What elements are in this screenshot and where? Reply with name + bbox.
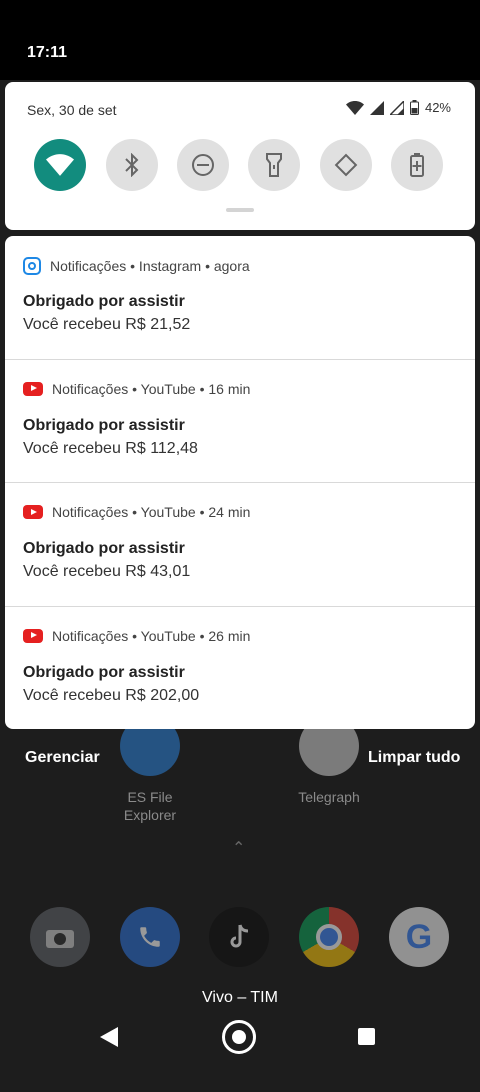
home-icon[interactable] <box>222 1020 256 1054</box>
chrome-icon[interactable] <box>299 907 359 967</box>
notification-meta: Notificações • YouTube • 26 min <box>52 627 251 644</box>
youtube-icon <box>23 505 43 519</box>
battery-percent: 42% <box>424 100 451 115</box>
status-bar: 17:11 <box>0 0 480 80</box>
notification-text: Você recebeu R$ 43,01 <box>23 563 191 580</box>
tile-battery-saver[interactable] <box>391 139 443 191</box>
do-not-disturb-icon <box>192 154 214 176</box>
telegraph-label: Telegraph <box>298 789 360 805</box>
date: Sex, 30 de set <box>27 102 117 118</box>
notification-meta: Notificações • YouTube • 16 min <box>52 380 251 397</box>
notification-text: Você recebeu R$ 202,00 <box>23 686 200 704</box>
status-icons: 42% <box>345 100 451 115</box>
notification-header: Notificações • YouTube • 16 min <box>23 381 250 397</box>
tile-do-not-disturb[interactable] <box>177 139 229 191</box>
es-file-explorer-label: ES File Explorer <box>123 789 177 823</box>
notification-title: Obrigado por assistir <box>23 416 185 434</box>
notification-header: Notificações • Instagram • agora <box>23 257 250 275</box>
app-drawer-arrow-icon[interactable]: ⌃ <box>232 838 245 858</box>
notification-title: Obrigado por assistir <box>23 540 185 557</box>
tiktok-icon[interactable] <box>209 907 269 967</box>
tile-flashlight[interactable] <box>248 139 300 191</box>
notification-header: Notificações • YouTube • 24 min <box>23 504 250 520</box>
notification-meta: Notificações • YouTube • 24 min <box>52 504 251 520</box>
google-icon[interactable]: G <box>389 907 449 967</box>
battery-saver-icon <box>410 153 424 177</box>
tile-wifi[interactable] <box>34 139 86 191</box>
instagram-icon <box>23 257 41 275</box>
youtube-icon <box>23 381 43 396</box>
rotate-icon <box>334 153 358 177</box>
notification-title: Obrigado por assistir <box>23 293 185 310</box>
notification-list: Notificações • Instagram • agora Obrigad… <box>5 236 475 729</box>
battery-icon <box>409 100 419 115</box>
phone-icon[interactable] <box>120 907 180 967</box>
wifi-icon <box>46 154 74 176</box>
notification-text: Você recebeu R$ 112,48 <box>23 439 198 457</box>
clock: 17:11 <box>27 44 68 61</box>
back-icon[interactable] <box>100 1027 118 1047</box>
cell-signal-icon <box>369 100 384 115</box>
notification-card[interactable]: Notificações • YouTube • 26 min Obrigado… <box>5 607 475 729</box>
carrier-label: Vivo – TIM <box>202 989 278 1006</box>
notification-card[interactable]: Notificações • Instagram • agora Obrigad… <box>5 236 475 360</box>
flashlight-icon <box>266 153 282 177</box>
youtube-icon <box>23 628 43 643</box>
notification-meta: Notificações • Instagram • agora <box>50 258 250 274</box>
quick-settings-panel: Sex, 30 de set 42% <box>5 82 475 230</box>
notification-card[interactable]: Notificações • YouTube • 16 min Obrigado… <box>5 360 475 483</box>
notification-title: Obrigado por assistir <box>23 663 185 681</box>
recent-apps-icon[interactable] <box>358 1028 375 1045</box>
notification-header: Notificações • YouTube • 26 min <box>23 628 250 644</box>
bluetooth-icon <box>125 153 139 177</box>
wifi-signal-icon <box>345 100 364 115</box>
clear-all-button[interactable]: Limpar tudo <box>368 749 460 767</box>
tile-auto-rotate[interactable] <box>320 139 372 191</box>
tile-bluetooth[interactable] <box>106 139 158 191</box>
cell-signal-2-icon <box>389 100 404 115</box>
drag-handle[interactable] <box>226 208 254 212</box>
notification-text: Você recebeu R$ 21,52 <box>23 316 191 333</box>
camera-icon[interactable] <box>30 907 90 967</box>
notification-card[interactable]: Notificações • YouTube • 24 min Obrigado… <box>5 483 475 607</box>
navigation-bar <box>0 1012 480 1062</box>
manage-button[interactable]: Gerenciar <box>25 749 100 767</box>
